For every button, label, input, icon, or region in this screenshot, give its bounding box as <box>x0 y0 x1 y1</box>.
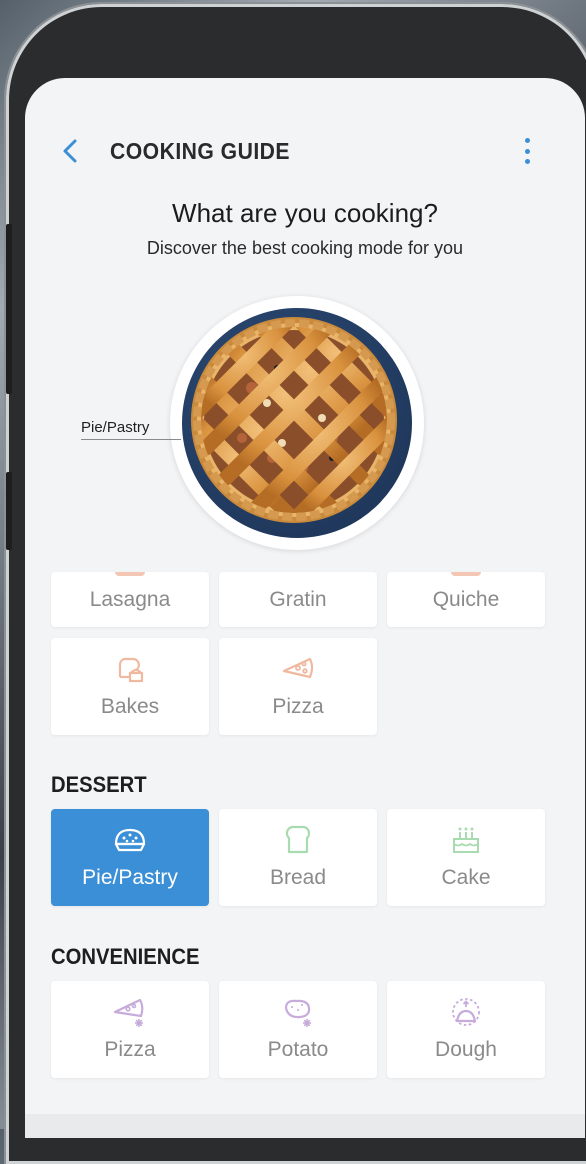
page-title: COOKING GUIDE <box>110 138 290 164</box>
pie-icon <box>114 828 146 852</box>
hero-label-line <box>81 439 181 440</box>
more-dot-icon <box>524 159 530 164</box>
mode-card-frozen-pizza[interactable]: Pizza <box>51 981 209 1078</box>
mode-card-label: Lasagna <box>89 588 171 611</box>
section-title-dessert: DESSERT <box>51 772 147 797</box>
mode-card-gratin[interactable]: Gratin <box>219 572 377 627</box>
bread-slice-icon <box>118 657 144 683</box>
mode-card-bakes[interactable]: Bakes <box>51 638 209 735</box>
hero-label: Pie/Pastry <box>81 419 150 436</box>
mode-card-label: Cake <box>441 866 491 889</box>
quiche-icon <box>451 572 481 576</box>
back-button[interactable] <box>57 136 83 166</box>
mode-card-label: Pizza <box>272 695 324 718</box>
dough-icon <box>452 998 480 1026</box>
intro-question: What are you cooking? <box>172 198 438 228</box>
pizza-slice-icon <box>282 657 314 679</box>
mode-card-label: Pizza <box>104 1038 156 1061</box>
more-dot-icon <box>524 138 530 143</box>
screen: COOKING GUIDE What are you cooking? Disc… <box>25 78 585 1138</box>
mode-card-bread[interactable]: Bread <box>219 809 377 906</box>
more-options-button[interactable] <box>521 138 533 164</box>
volume-button <box>6 224 12 394</box>
mode-card-label: Bread <box>269 866 327 889</box>
mode-card-label: Gratin <box>269 588 327 611</box>
mode-card-pizza[interactable]: Pizza <box>219 638 377 735</box>
mode-card-dough[interactable]: Dough <box>387 981 545 1078</box>
chevron-left-icon <box>63 139 77 163</box>
mode-card-frozen-potato[interactable]: Potato <box>219 981 377 1078</box>
mode-card-label: Quiche <box>432 588 500 611</box>
mode-card-lasagna[interactable]: Lasagna <box>51 572 209 627</box>
frozen-pizza-icon <box>113 998 144 1027</box>
more-dot-icon <box>524 148 530 154</box>
mode-card-label: Dough <box>435 1038 497 1061</box>
mode-card-label: Bakes <box>100 695 160 718</box>
mode-card-cake[interactable]: Cake <box>387 809 545 906</box>
mode-card-quiche[interactable]: Quiche <box>387 572 545 627</box>
bixby-button <box>6 472 12 550</box>
lasagna-icon <box>115 572 145 576</box>
intro-subtitle: Discover the best cooking mode for you <box>146 238 464 258</box>
mode-card-label: Pie/Pastry <box>82 866 178 889</box>
section-title-convenience: CONVENIENCE <box>51 944 200 969</box>
bottom-divider <box>25 1114 585 1138</box>
pie-illustration <box>191 317 397 523</box>
mode-card-label: Potato <box>267 1038 329 1061</box>
mode-card-pie-pastry[interactable]: Pie/Pastry <box>51 809 209 906</box>
bread-icon <box>285 825 311 854</box>
cake-icon <box>453 827 479 853</box>
frozen-potato-icon <box>284 999 311 1027</box>
pie-photo <box>182 308 412 538</box>
